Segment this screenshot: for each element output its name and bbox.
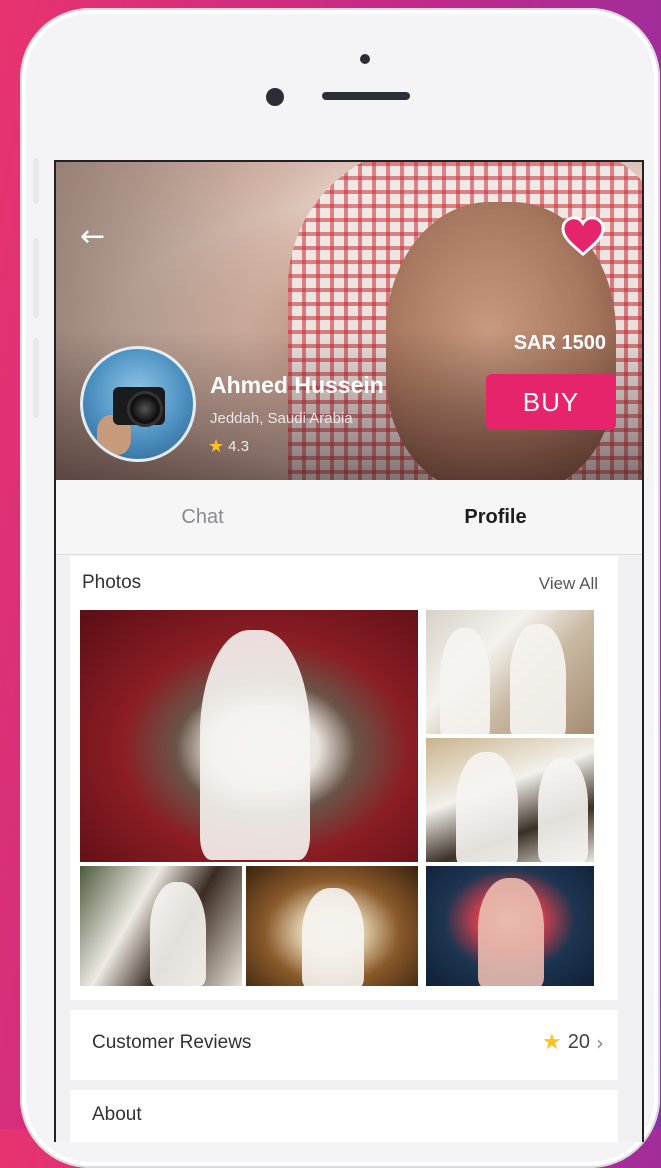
photo-thumbnail[interactable] <box>80 866 242 986</box>
photo-thumbnail[interactable] <box>426 738 594 862</box>
side-button <box>33 238 39 318</box>
app-screen: ← SAR 1500 BUY Ahmed Hussein Jeddah, Sau… <box>54 160 644 1142</box>
buy-button[interactable]: BUY <box>486 374 616 430</box>
profile-name: Ahmed Hussein <box>210 372 384 398</box>
chevron-right-icon: › <box>596 1030 604 1055</box>
side-button <box>33 338 39 418</box>
price-label: SAR 1500 <box>513 332 606 354</box>
photo-thumbnail[interactable] <box>246 866 418 986</box>
profile-cover-photo: ← SAR 1500 BUY Ahmed Hussein Jeddah, Sau… <box>56 162 642 480</box>
heart-icon[interactable] <box>561 216 605 256</box>
profile-rating: ★ 4.3 <box>208 436 249 457</box>
side-button <box>33 158 39 204</box>
reviews-count: 20 <box>567 1031 590 1053</box>
about-row[interactable]: About <box>70 1090 618 1142</box>
star-icon: ★ <box>542 1030 562 1055</box>
customer-reviews-row[interactable]: Customer Reviews ★ 20 › <box>70 1010 618 1080</box>
rating-value: 4.3 <box>228 438 249 455</box>
proximity-sensor <box>360 54 370 64</box>
earpiece-speaker <box>322 92 410 100</box>
photo-thumbnail[interactable] <box>426 866 594 986</box>
back-arrow-icon[interactable]: ← <box>80 222 105 252</box>
tab-profile[interactable]: Profile <box>349 480 642 554</box>
photos-section: Photos View All <box>70 556 618 1000</box>
profile-location: Jeddah, Saudi Arabia <box>210 410 353 427</box>
front-camera <box>266 88 284 106</box>
photo-thumbnail[interactable] <box>80 610 418 862</box>
star-icon: ★ <box>208 436 225 457</box>
tab-chat[interactable]: Chat <box>56 480 349 554</box>
avatar[interactable] <box>80 346 196 462</box>
photo-thumbnail[interactable] <box>426 610 594 734</box>
tab-bar: Chat Profile <box>56 480 642 555</box>
about-label: About <box>92 1104 142 1125</box>
view-all-link[interactable]: View All <box>539 574 598 594</box>
photos-title: Photos <box>82 572 142 593</box>
customer-reviews-label: Customer Reviews <box>92 1032 252 1053</box>
